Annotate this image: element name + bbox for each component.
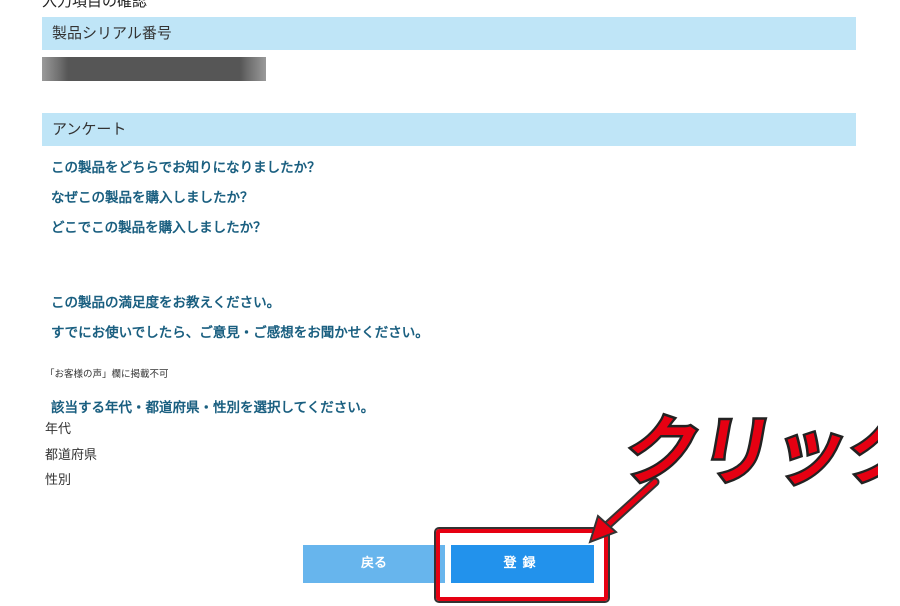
click-callout-text: クリック: [618, 409, 878, 495]
serial-number-redacted: [42, 57, 266, 81]
back-button[interactable]: 戻る: [303, 545, 445, 583]
demographics-prompt: 該当する年代・都道府県・性別を選択してください。: [51, 400, 375, 416]
question-why-purchased: なぜこの製品を購入しましたか？: [51, 190, 254, 206]
customer-voice-note: 「お客様の声」欄に掲載不可: [45, 369, 169, 380]
question-feedback: すでにお使いでしたら、ご意見・ご感想をお聞かせください。: [51, 325, 429, 341]
serial-section-header: 製品シリアル番号: [42, 17, 856, 50]
question-how-known: この製品をどちらでお知りになりましたか？: [51, 160, 321, 176]
field-prefecture-label: 都道府県: [45, 448, 98, 463]
field-gender-label: 性別: [45, 473, 72, 488]
page-section-title: 入力項目の確認: [42, 0, 148, 10]
survey-section-header: アンケート: [42, 113, 856, 146]
field-age-label: 年代: [45, 422, 72, 437]
click-callout: クリック: [618, 406, 878, 497]
question-where-purchased: どこでこの製品を購入しましたか？: [51, 220, 267, 236]
question-satisfaction: この製品の満足度をお教えください。: [51, 295, 281, 311]
